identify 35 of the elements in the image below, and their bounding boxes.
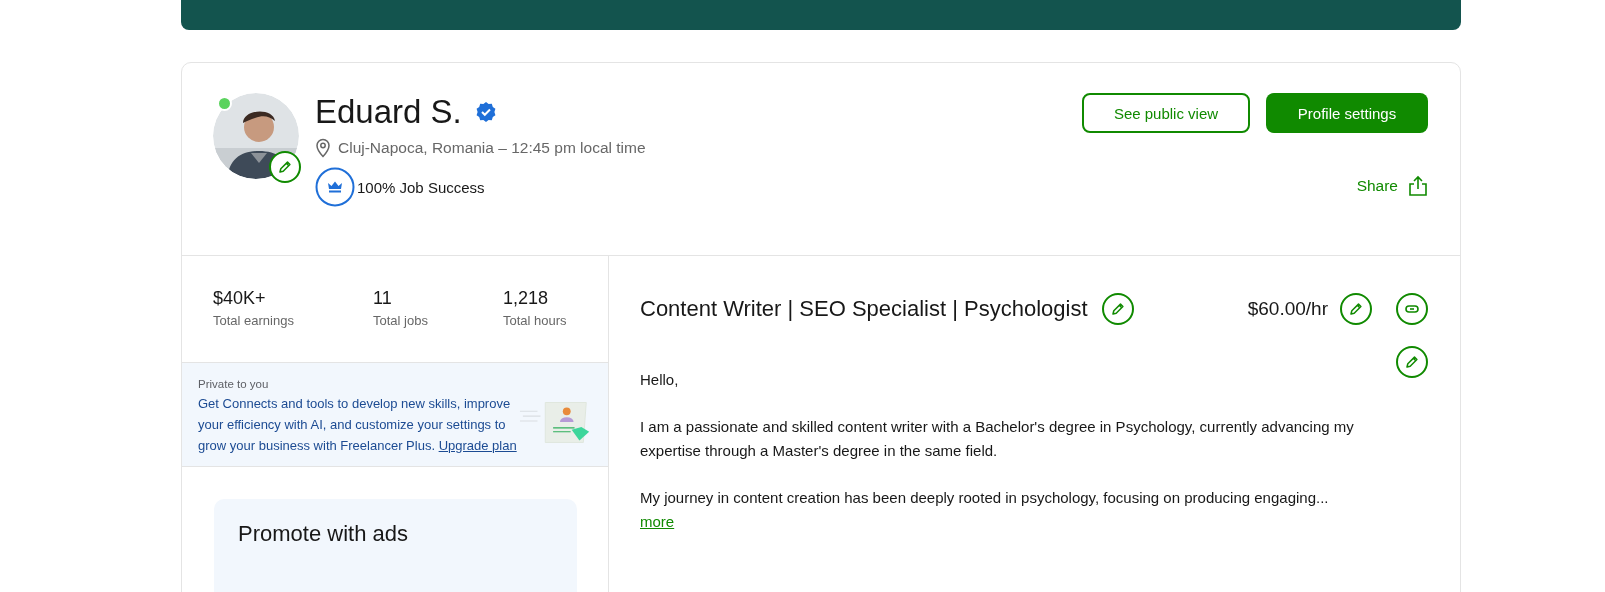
bio-paragraph: I am a passionate and skilled content writer with a Bachelor's degree in Psychology, currently advancing my expertise through a Master's degree in the same field.: [640, 416, 1355, 461]
stat-label: Total earnings: [213, 313, 295, 328]
profile-headline: Content Writer | SEO Specialist | Psychologist: [640, 296, 1088, 322]
share-link[interactable]: Share: [1356, 175, 1428, 197]
stat-value: 1,218: [503, 288, 550, 309]
promo-text: Get Connects and tools to develop new skills, improve your efficiency with AI, and customize your settings to grow your business with Freelancer Plus. Upgrade plan: [198, 395, 518, 455]
bio-paragraph: Hello,: [640, 370, 680, 390]
profile-name: Eduard S.: [315, 92, 462, 132]
promo-label: Private to you: [198, 378, 270, 390]
stat-value: 11: [373, 288, 393, 309]
edit-button[interactable]: [1340, 293, 1372, 325]
location-pin-icon: [315, 138, 331, 158]
upgrade-link[interactable]: Upgrade plan: [438, 438, 517, 453]
job-success-text: 100% Job Success: [357, 178, 485, 196]
location-text: Cluj-Napoca, Romania – 12:45 pm local time: [338, 139, 646, 157]
pencil-icon: [1405, 355, 1419, 369]
settings-button[interactable]: Profile settings: [1266, 93, 1428, 133]
hourly-rate: $60.00/hr: [1247, 298, 1328, 320]
stat-value: $40K+: [213, 288, 267, 309]
edit-button[interactable]: [1101, 293, 1134, 325]
stat-label: Total hours: [503, 313, 567, 328]
link-icon: [1405, 305, 1419, 313]
public-view-button[interactable]: See public view: [1082, 93, 1250, 133]
copy-link-button[interactable]: [1396, 293, 1428, 325]
crown-badge-icon: [315, 167, 355, 207]
more-link[interactable]: more: [640, 513, 675, 530]
bio-paragraph: My journey in content creation has been deeply rooted in psychology, focusing on producing engaging...: [640, 487, 1330, 508]
share-icon: [1408, 175, 1428, 197]
pencil-icon: [1349, 302, 1363, 316]
edit-button[interactable]: [1396, 346, 1428, 378]
pencil-icon: [1110, 302, 1125, 316]
stat-label: Total jobs: [373, 313, 429, 328]
ads-title: Promote with ads: [238, 521, 409, 547]
pencil-icon: [278, 160, 292, 174]
edit-photo-button[interactable]: [269, 151, 301, 183]
